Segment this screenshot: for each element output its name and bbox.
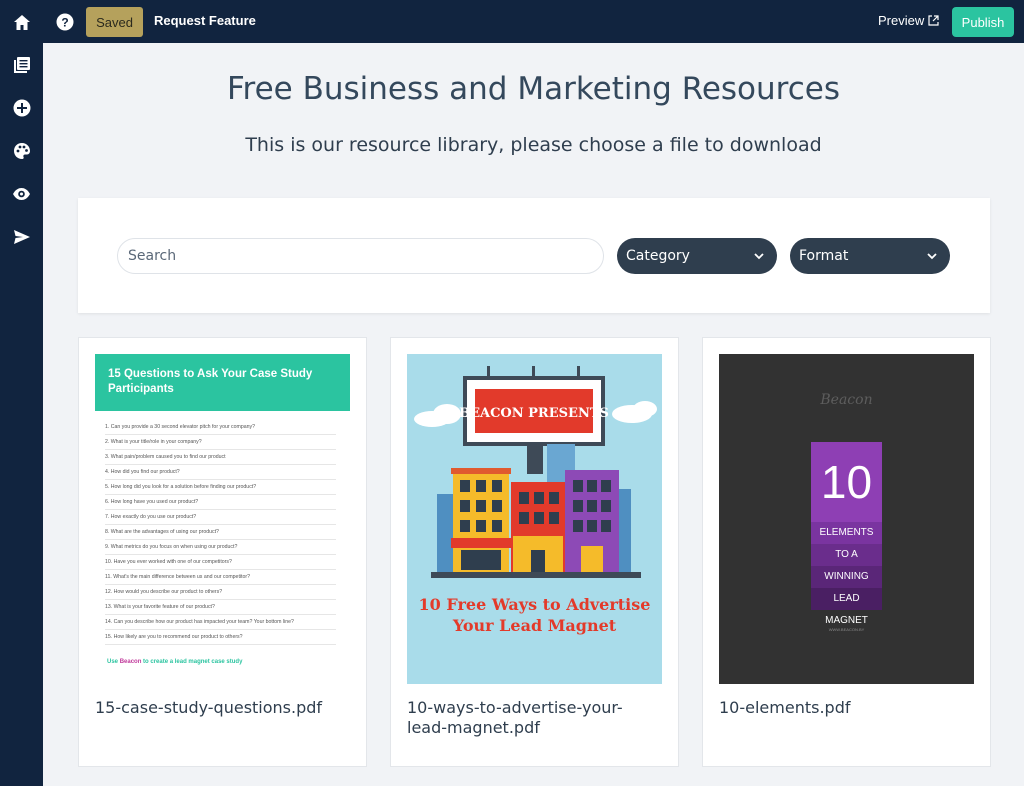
category-select-label: Category <box>626 248 690 264</box>
resource-card[interactable]: BEACON PRESENTS 10 Free Ways to Advertis… <box>390 337 679 767</box>
list-item: 11. What's the main difference between u… <box>105 570 336 585</box>
footer-brand: Beacon <box>119 659 142 665</box>
list-item: 4. How did you find our product? <box>105 465 336 480</box>
list-item: 13. What is your favorite feature of our… <box>105 600 336 615</box>
cover-block: 10 ELEMENTS TO A WINNING LEAD MAGNET <box>811 442 882 626</box>
file-name[interactable]: 10-ways-to-advertise-your-lead-magnet.pd… <box>407 698 662 738</box>
eye-icon[interactable] <box>11 183 32 204</box>
resource-thumbnail[interactable]: 15 Questions to Ask Your Case Study Part… <box>95 354 350 684</box>
external-link-icon <box>928 15 939 26</box>
list-item: 15. How likely are you to recommend our … <box>105 630 336 645</box>
list-item: 5. How long did you look for a solution … <box>105 480 336 495</box>
list-item: 10. Have you ever worked with one of our… <box>105 555 336 570</box>
file-name[interactable]: 15-case-study-questions.pdf <box>95 698 350 718</box>
format-select[interactable]: Format <box>790 238 950 274</box>
cover-url: WWW.BEACON.BY <box>828 627 865 632</box>
saved-button[interactable]: Saved <box>86 7 143 37</box>
list-item: 7. How exactly do you use our product? <box>105 510 336 525</box>
page-title: Free Business and Marketing Resources <box>226 71 841 107</box>
main-content: Free Business and Marketing Resources Th… <box>43 43 1024 786</box>
file-name[interactable]: 10-elements.pdf <box>719 698 974 718</box>
preview-link[interactable]: Preview <box>878 13 939 28</box>
list-item: 3. What pain/problem caused you to find … <box>105 450 336 465</box>
page-subtitle: This is our resource library, please cho… <box>245 134 822 156</box>
pages-icon[interactable] <box>11 54 32 75</box>
home-icon[interactable] <box>12 12 32 32</box>
list-item: 2. What is your title/role in your compa… <box>105 435 336 450</box>
publish-button[interactable]: Publish <box>952 7 1014 37</box>
brand-logo: Beacon <box>820 392 873 408</box>
chevron-down-icon <box>754 253 764 260</box>
top-bar: ? Saved Request Feature Preview Publish <box>0 0 1024 43</box>
format-select-label: Format <box>799 248 849 264</box>
filter-panel: Category Format <box>78 198 990 313</box>
preview-label: Preview <box>878 13 925 28</box>
left-sidebar <box>0 43 43 786</box>
category-select[interactable]: Category <box>617 238 777 274</box>
cover-line: LEAD MAGNET <box>811 588 882 626</box>
billboard-text: BEACON PRESENTS <box>459 406 609 421</box>
list-item: 14. Can you describe how our product has… <box>105 615 336 630</box>
cover-title: 15 Questions to Ask Your Case Study Part… <box>95 354 350 411</box>
cover-line: WINNING <box>811 566 882 588</box>
resource-thumbnail[interactable]: Beacon 10 ELEMENTS TO A WINNING LEAD MAG… <box>719 354 974 684</box>
cover-line: ELEMENTS <box>811 522 882 544</box>
cover-line: TO A <box>811 544 882 566</box>
request-feature-link[interactable]: Request Feature <box>154 13 256 28</box>
footer-suffix: to create a lead magnet case study <box>143 659 243 665</box>
question-list: 1. Can you provide a 30 second elevator … <box>105 420 336 645</box>
list-item: 12. How would you describe our product t… <box>105 585 336 600</box>
list-item: 9. What metrics do you focus on when usi… <box>105 540 336 555</box>
add-icon[interactable] <box>11 97 32 118</box>
cover-number: 10 <box>811 442 882 522</box>
search-input[interactable] <box>117 238 604 274</box>
billboard-illustration: BEACON PRESENTS <box>414 366 657 578</box>
cover-footer: Use Beacon to create a lead magnet case … <box>107 659 242 665</box>
resource-card[interactable]: 15 Questions to Ask Your Case Study Part… <box>78 337 367 767</box>
list-item: 6. How long have you used our product? <box>105 495 336 510</box>
send-icon[interactable] <box>11 226 32 247</box>
resource-card[interactable]: Beacon 10 ELEMENTS TO A WINNING LEAD MAG… <box>702 337 991 767</box>
list-item: 1. Can you provide a 30 second elevator … <box>105 420 336 435</box>
resource-thumbnail[interactable]: BEACON PRESENTS 10 Free Ways to Advertis… <box>407 354 662 684</box>
help-icon[interactable]: ? <box>55 12 75 32</box>
cover-title: 10 Free Ways to Advertise Your Lead Magn… <box>418 595 651 635</box>
chevron-down-icon <box>927 253 937 260</box>
footer-prefix: Use <box>107 659 119 665</box>
palette-icon[interactable] <box>11 140 32 161</box>
svg-text:?: ? <box>61 16 68 30</box>
list-item: 8. What are the advantages of using our … <box>105 525 336 540</box>
